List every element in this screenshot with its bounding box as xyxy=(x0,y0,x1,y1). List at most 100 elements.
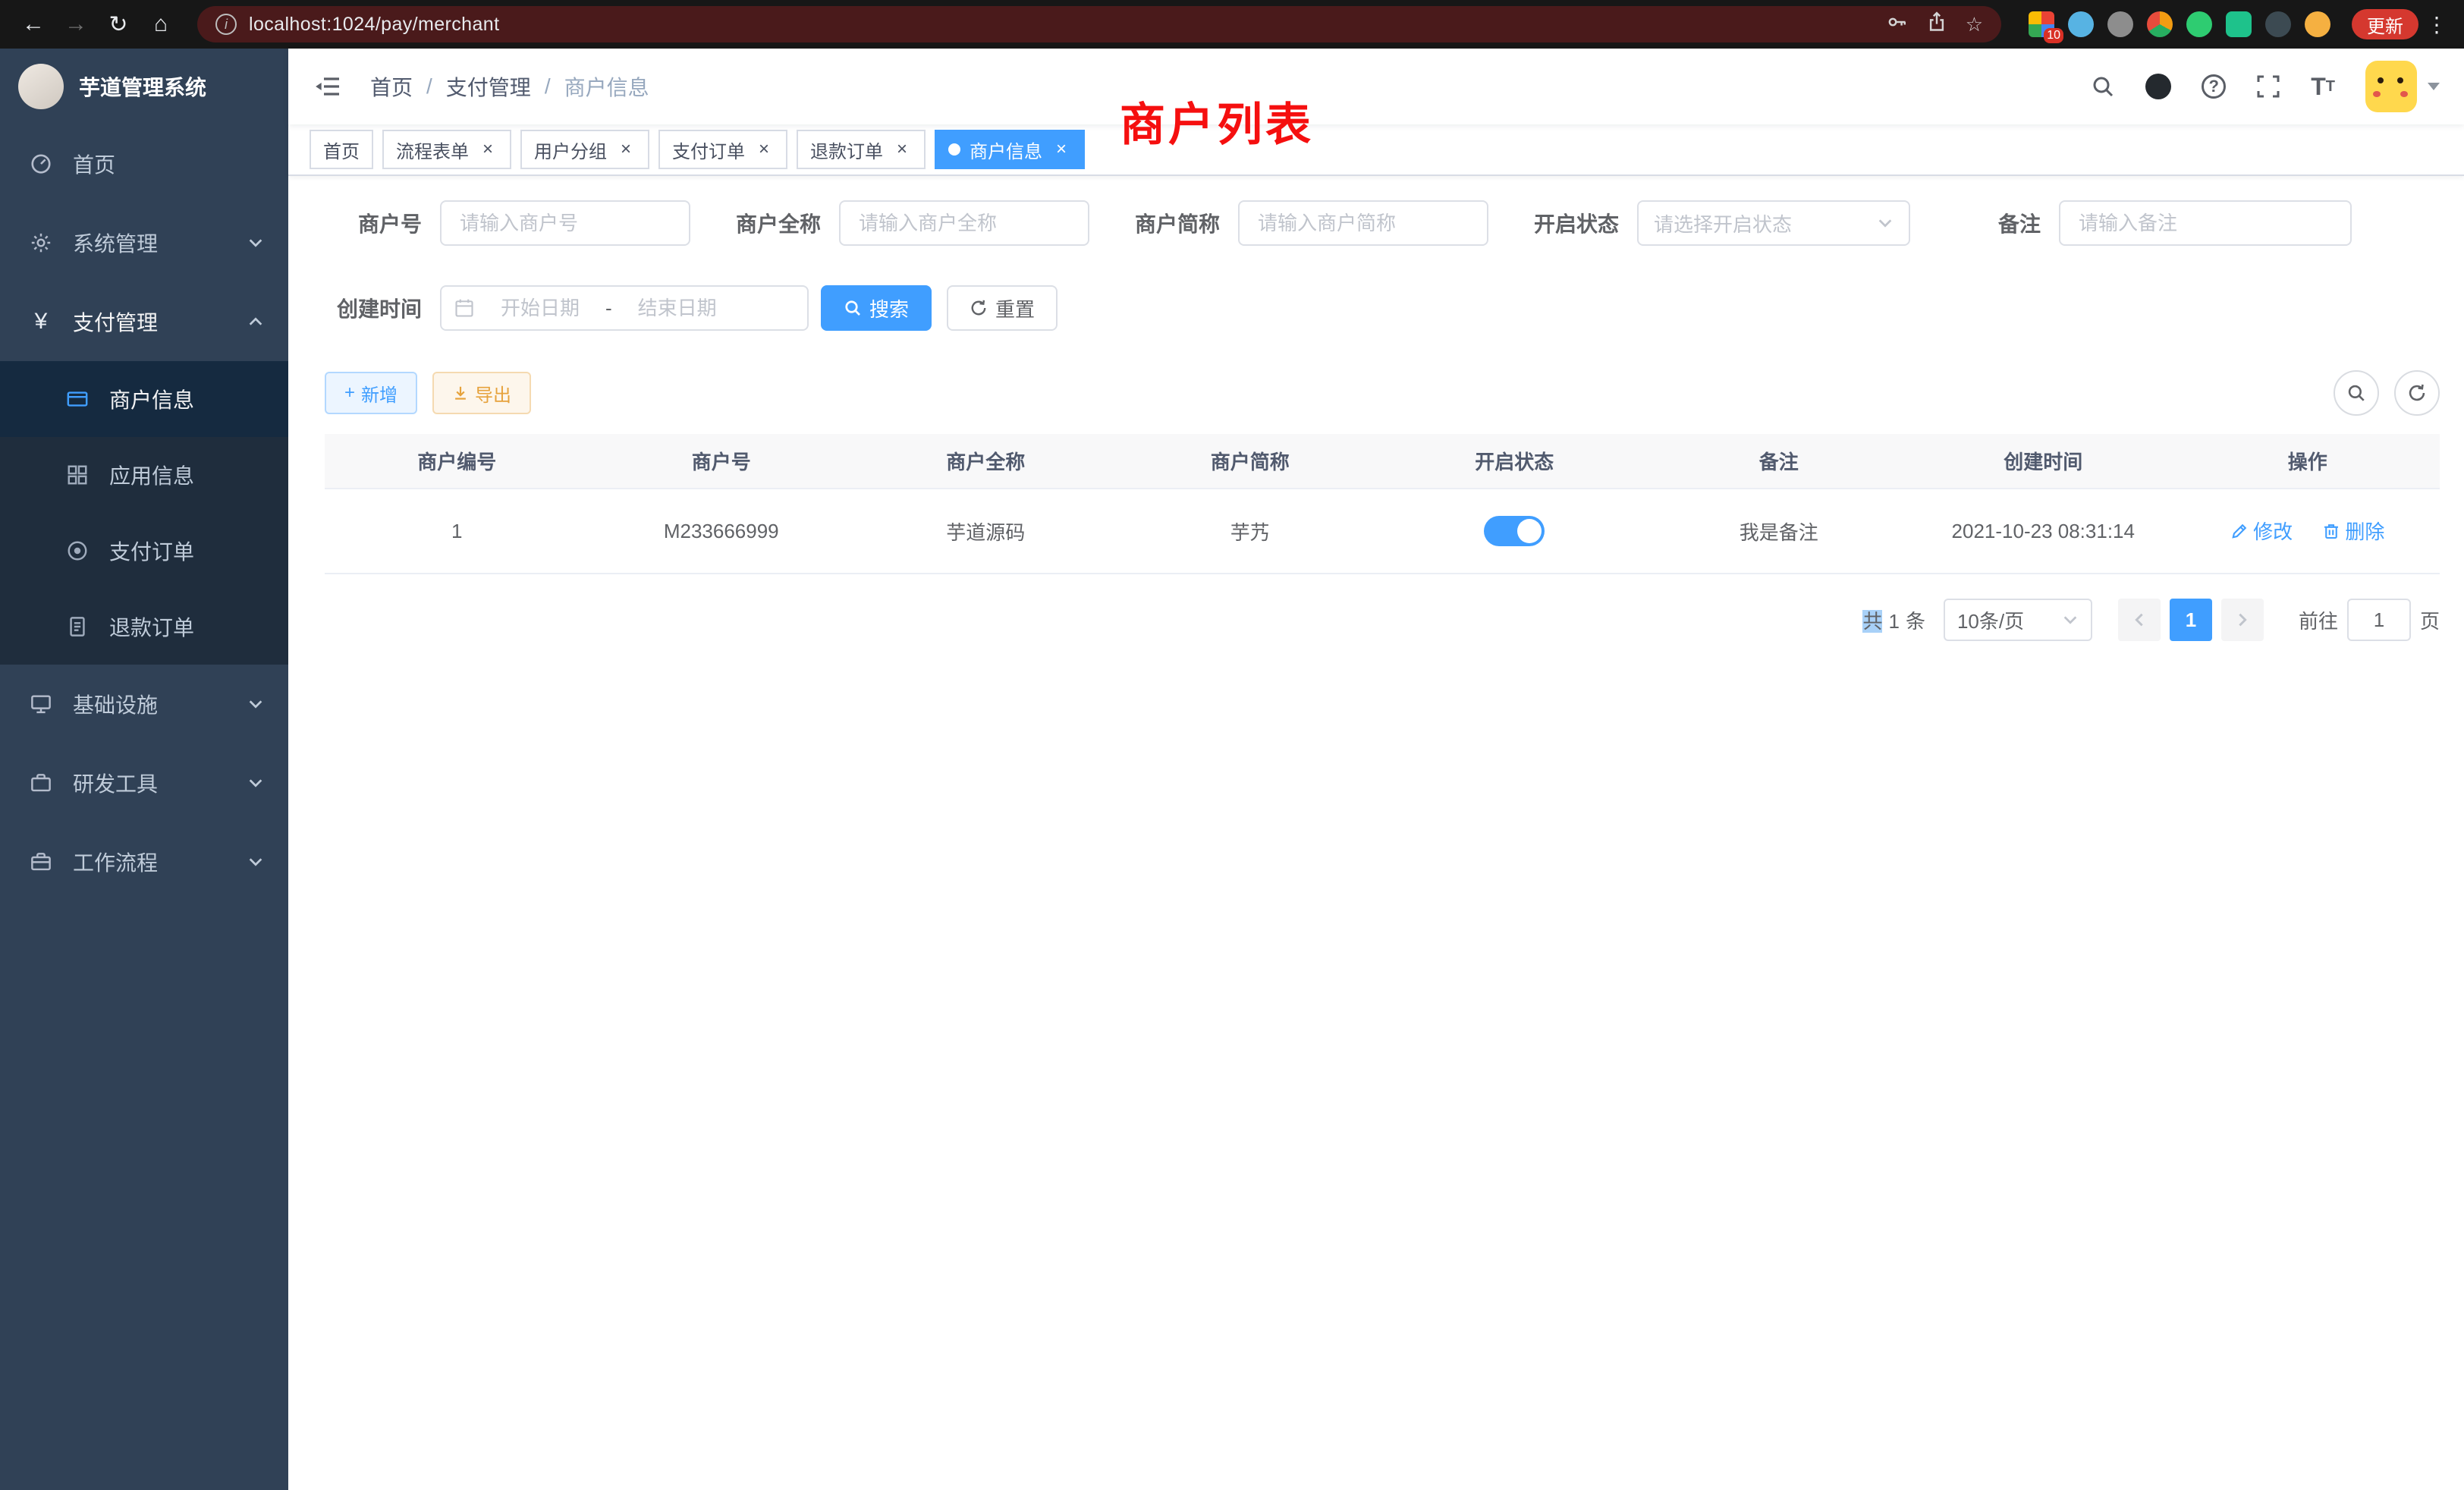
remark-input[interactable] xyxy=(2059,200,2352,246)
extension-icon-6[interactable] xyxy=(2265,11,2291,37)
sidebar: 芋道管理系统 首页 系统管理 ¥ 支付管理 xyxy=(0,49,288,1490)
sidebar-item-label: 支付管理 xyxy=(73,306,229,337)
gear-icon xyxy=(27,231,55,254)
browser-forward-button[interactable]: → xyxy=(58,6,94,42)
grid-icon xyxy=(64,464,91,486)
status-toggle[interactable] xyxy=(1484,516,1545,546)
reset-button[interactable]: 重置 xyxy=(947,285,1058,331)
navbar-tools: ? TT xyxy=(2091,61,2440,112)
sidebar-item-payment[interactable]: ¥ 支付管理 xyxy=(0,282,288,361)
sidebar-item-workflow[interactable]: 工作流程 xyxy=(0,822,288,901)
header-search-icon[interactable] xyxy=(2091,74,2115,99)
page-size-select[interactable]: 10条/页 xyxy=(1944,599,2092,641)
short-name-input[interactable] xyxy=(1238,200,1488,246)
status-select[interactable]: 请选择开启状态 xyxy=(1637,200,1910,246)
tab-home[interactable]: 首页 xyxy=(310,130,373,169)
browser-menu-icon[interactable]: ⋮ xyxy=(2425,12,2449,37)
close-icon[interactable]: × xyxy=(616,140,636,159)
breadcrumb-home[interactable]: 首页 xyxy=(370,71,413,102)
end-date-input[interactable] xyxy=(618,297,737,320)
user-avatar-menu[interactable] xyxy=(2365,61,2440,112)
add-button[interactable]: + 新增 xyxy=(325,372,417,414)
edit-button[interactable]: 修改 xyxy=(2230,517,2293,545)
chevron-right-icon xyxy=(2234,611,2251,628)
sidebar-item-label: 研发工具 xyxy=(73,768,229,798)
tab-label: 退款订单 xyxy=(810,137,883,163)
extension-icon-7[interactable] xyxy=(2305,11,2330,37)
tab-refund-order[interactable]: 退款订单 × xyxy=(797,130,926,169)
close-icon[interactable]: × xyxy=(478,140,498,159)
sidebar-item-app-info[interactable]: 应用信息 xyxy=(0,437,288,513)
refresh-table-button[interactable] xyxy=(2394,370,2440,416)
sidebar-item-home[interactable]: 首页 xyxy=(0,124,288,203)
merchant-no-input[interactable] xyxy=(440,200,690,246)
extensions-puzzle-icon[interactable]: 10 xyxy=(2029,11,2054,37)
export-button[interactable]: 导出 xyxy=(432,372,531,414)
site-info-icon[interactable]: i xyxy=(215,14,237,35)
next-page-button[interactable] xyxy=(2221,599,2264,641)
extension-icon-3[interactable] xyxy=(2147,11,2173,37)
goto-label: 前往 xyxy=(2299,606,2338,634)
close-icon[interactable]: × xyxy=(1051,140,1071,159)
cell-create-time: 2021-10-23 08:31:14 xyxy=(1911,489,2176,574)
column-header: 备注 xyxy=(1647,434,1912,489)
extension-icon-2[interactable] xyxy=(2107,11,2133,37)
navbar: 首页 / 支付管理 / 商户信息 ? TT xyxy=(288,49,2464,124)
chevron-left-icon xyxy=(2131,611,2148,628)
bookmark-star-icon[interactable]: ☆ xyxy=(1966,13,1983,36)
font-size-icon[interactable]: TT xyxy=(2311,74,2335,99)
start-date-input[interactable] xyxy=(481,297,599,320)
sidebar-item-infrastructure[interactable]: 基础设施 xyxy=(0,665,288,743)
breadcrumb-separator: / xyxy=(426,74,432,99)
goto-page-input[interactable] xyxy=(2347,599,2411,641)
share-icon[interactable] xyxy=(1926,11,1947,38)
sidebar-item-refund-order[interactable]: 退款订单 xyxy=(0,589,288,665)
chevron-down-icon xyxy=(247,853,264,870)
prev-page-button[interactable] xyxy=(2118,599,2161,641)
tab-pay-order[interactable]: 支付订单 × xyxy=(658,130,787,169)
page-content: 商户号 商户全称 商户简称 开启状态 请选择开启状态 xyxy=(288,176,2464,1490)
chevron-down-icon xyxy=(1877,215,1894,231)
extension-icon-5[interactable] xyxy=(2226,11,2252,37)
help-icon[interactable]: ? xyxy=(2202,74,2226,99)
browser-update-button[interactable]: 更新 xyxy=(2352,9,2418,39)
sidebar-item-dev-tools[interactable]: 研发工具 xyxy=(0,743,288,822)
breadcrumb-current: 商户信息 xyxy=(564,71,649,102)
fullscreen-icon[interactable] xyxy=(2256,74,2280,99)
tags-view: 首页 流程表单 × 用户分组 × 支付订单 × 退款订单 × xyxy=(288,124,2464,176)
sidebar-item-merchant-info[interactable]: 商户信息 xyxy=(0,361,288,437)
extension-icon-1[interactable] xyxy=(2068,11,2094,37)
merchant-table: 商户编号 商户号 商户全称 商户简称 开启状态 备注 创建时间 操作 1 xyxy=(325,434,2440,574)
github-icon[interactable] xyxy=(2145,74,2171,99)
browser-reload-button[interactable]: ↻ xyxy=(100,6,137,42)
browser-back-button[interactable]: ← xyxy=(15,6,52,42)
address-bar[interactable]: i localhost:1024/pay/merchant ☆ xyxy=(197,6,2001,42)
breadcrumb-payment[interactable]: 支付管理 xyxy=(446,71,531,102)
sidebar-item-system[interactable]: 系统管理 xyxy=(0,203,288,282)
app-logo[interactable]: 芋道管理系统 xyxy=(0,49,288,124)
page-1-button[interactable]: 1 xyxy=(2170,599,2212,641)
toggle-search-button[interactable] xyxy=(2334,370,2379,416)
create-time-range-picker[interactable]: - xyxy=(440,285,809,331)
chevron-down-icon xyxy=(2062,611,2079,628)
tab-process-form[interactable]: 流程表单 × xyxy=(382,130,511,169)
sidebar-fold-icon[interactable] xyxy=(313,70,346,103)
extension-icon-4[interactable] xyxy=(2186,11,2212,37)
delete-button[interactable]: 删除 xyxy=(2322,517,2384,545)
tab-merchant-info[interactable]: 商户信息 × xyxy=(935,130,1085,169)
search-button[interactable]: 搜索 xyxy=(821,285,932,331)
close-icon[interactable]: × xyxy=(754,140,774,159)
pagination: 共1条 10条/页 1 前往 页 xyxy=(325,599,2440,641)
search-icon xyxy=(844,299,862,317)
app-title: 芋道管理系统 xyxy=(79,71,206,102)
briefcase-icon xyxy=(27,772,55,794)
key-icon[interactable] xyxy=(1887,11,1908,38)
close-icon[interactable]: × xyxy=(892,140,912,159)
cell-short-name: 芋艿 xyxy=(1118,489,1383,574)
full-name-input[interactable] xyxy=(839,200,1089,246)
browser-home-button[interactable]: ⌂ xyxy=(143,6,179,42)
sidebar-item-pay-order[interactable]: 支付订单 xyxy=(0,513,288,589)
tab-user-group[interactable]: 用户分组 × xyxy=(520,130,649,169)
extension-badge: 10 xyxy=(2044,28,2063,43)
search-icon xyxy=(2346,383,2366,403)
